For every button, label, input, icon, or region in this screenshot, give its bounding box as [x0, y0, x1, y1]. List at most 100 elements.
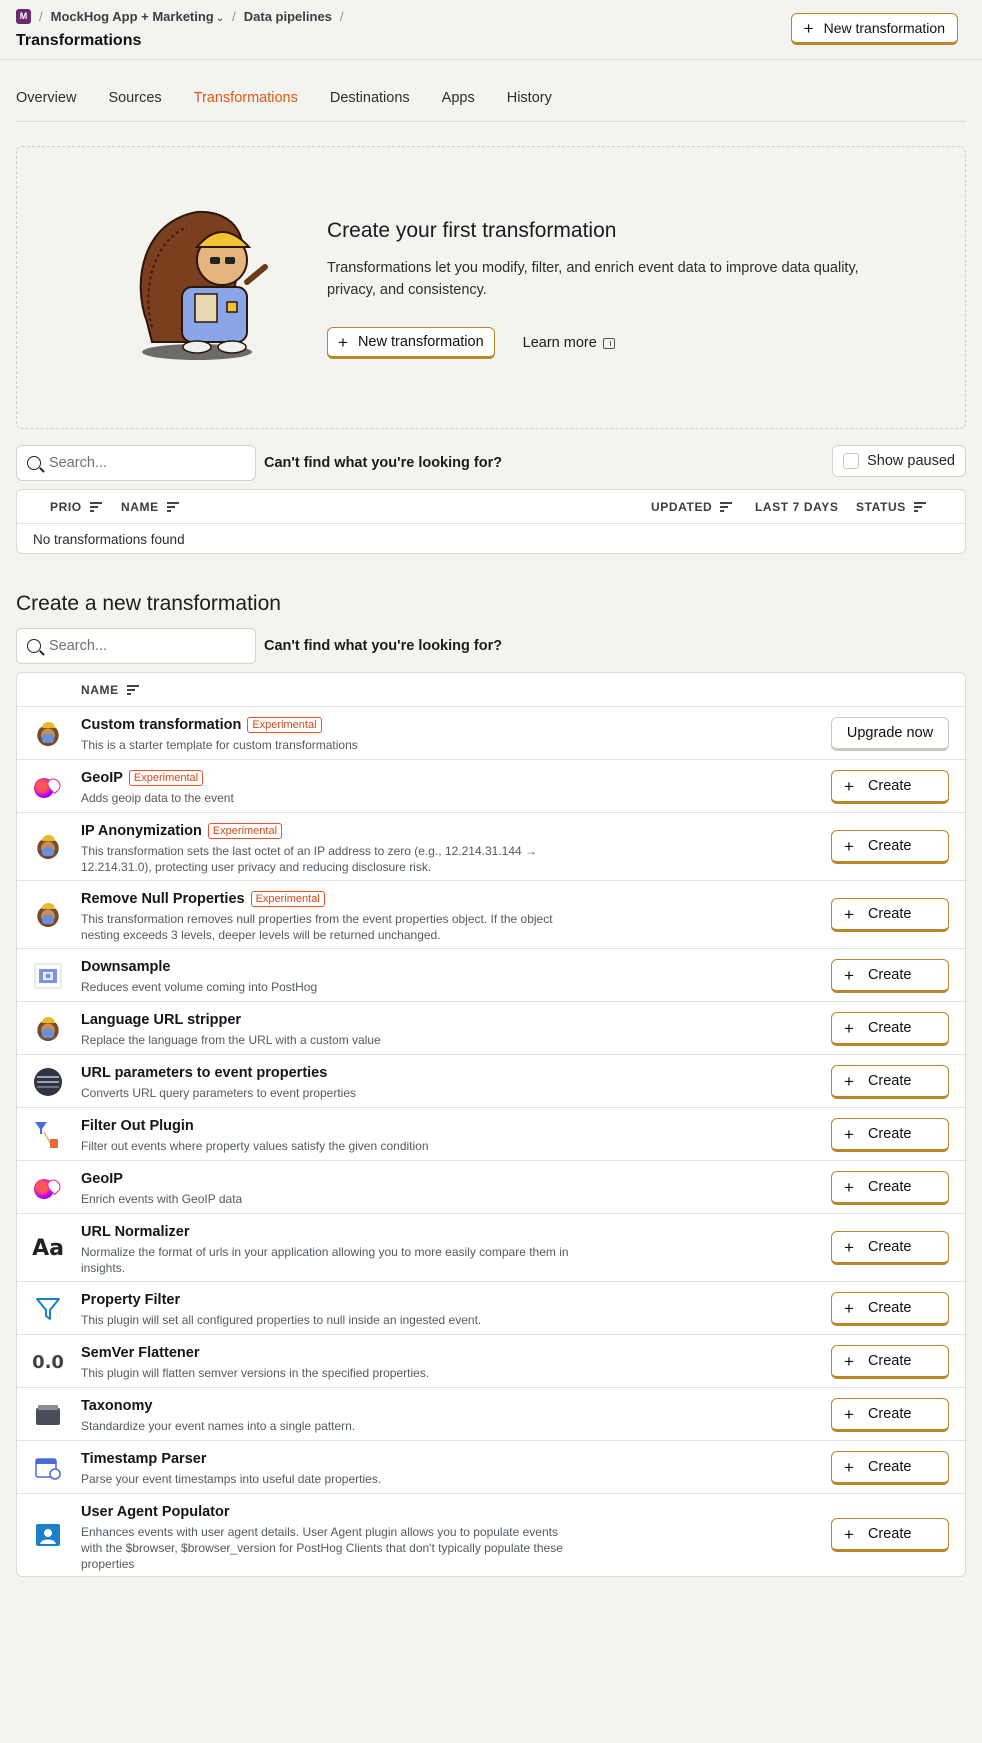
- column-updated[interactable]: UPDATED: [651, 500, 733, 514]
- plus-icon: +: [844, 1298, 854, 1318]
- learn-more-link[interactable]: Learn more: [523, 335, 615, 351]
- geoip-icon: [33, 772, 64, 802]
- create-button[interactable]: + Create: [831, 1451, 949, 1485]
- template-description: Adds geoip data to the event: [81, 791, 234, 805]
- experimental-badge: Experimental: [128, 770, 204, 786]
- new-transformation-header-button[interactable]: + New transformation: [790, 13, 958, 45]
- template-description: Filter out events where property values …: [81, 1139, 429, 1153]
- template-name[interactable]: Downsample: [81, 959, 170, 975]
- column-last-7-days-label: LAST 7 DAYS: [755, 500, 839, 514]
- template-description: Reduces event volume coming into PostHog: [81, 980, 318, 994]
- button-label: Create: [867, 778, 912, 794]
- template-name[interactable]: URL parameters to event properties: [81, 1065, 327, 1081]
- tab-destinations[interactable]: Destinations: [330, 90, 410, 121]
- table-header: PRIO NAME UPDATED LAST 7 DAYS STATUS: [17, 490, 965, 524]
- template-name-row: User Agent Populator: [81, 1504, 571, 1520]
- show-paused-checkbox[interactable]: [843, 453, 860, 469]
- sort-icon: [126, 685, 139, 695]
- user-agent-icon: [33, 1520, 63, 1550]
- existing-filters: Can't find what you're looking for? Show…: [16, 445, 966, 481]
- cant-find-link[interactable]: Can't find what you're looking for?: [264, 455, 502, 471]
- template-description: Converts URL query parameters to event p…: [81, 1086, 357, 1100]
- column-name[interactable]: NAME: [121, 500, 179, 514]
- tab-transformations[interactable]: Transformations: [194, 90, 298, 121]
- plus-icon: +: [844, 836, 854, 856]
- geoip-icon: [33, 1173, 64, 1203]
- template-name[interactable]: Language URL stripper: [81, 1012, 241, 1028]
- tab-sources[interactable]: Sources: [108, 90, 161, 121]
- column-prio[interactable]: PRIO: [50, 500, 102, 514]
- filter-out-icon: [33, 1120, 63, 1150]
- plus-icon: +: [844, 1124, 854, 1144]
- create-button[interactable]: + Create: [831, 1171, 949, 1205]
- template-name[interactable]: SemVer Flattener: [81, 1345, 199, 1361]
- hog-icon: [33, 832, 63, 862]
- template-name-row: Language URL stripper: [81, 1012, 571, 1028]
- template-row: GeoIP Enrich events with GeoIP data + Creat…: [17, 1161, 965, 1214]
- create-button[interactable]: + Create: [831, 1118, 949, 1152]
- plus-icon: +: [844, 1071, 854, 1091]
- template-name[interactable]: URL Normalizer: [81, 1224, 190, 1240]
- create-button[interactable]: + Create: [831, 898, 949, 932]
- button-label: Create: [867, 1073, 912, 1089]
- taxonomy-icon: [33, 1400, 63, 1430]
- column-status-label: STATUS: [856, 500, 906, 514]
- breadcrumb-data-pipelines[interactable]: Data pipelines: [244, 9, 332, 24]
- create-button[interactable]: + Create: [831, 1398, 949, 1432]
- column-name[interactable]: NAME: [81, 683, 139, 697]
- template-name[interactable]: IP Anonymization: [81, 823, 202, 839]
- template-info: Taxonomy Standardize your event names int…: [81, 1398, 571, 1434]
- template-name-row: URL parameters to event properties: [81, 1065, 571, 1081]
- template-row: Remove Null Properties Experimental This t…: [17, 881, 965, 949]
- template-description: This plugin will flatten semver versions…: [81, 1366, 430, 1380]
- button-label: Create: [867, 1300, 912, 1316]
- template-info: Remove Null Properties Experimental This t…: [81, 891, 571, 943]
- template-info: URL Normalizer Normalize the format of ur…: [81, 1224, 571, 1276]
- column-name-label: NAME: [121, 500, 159, 514]
- create-button[interactable]: + Create: [831, 1292, 949, 1326]
- tab-apps[interactable]: Apps: [442, 90, 475, 121]
- create-section-title: Create a new transformation: [16, 592, 281, 615]
- create-search-input[interactable]: [49, 638, 239, 654]
- template-name-row: Downsample: [81, 959, 571, 975]
- upgrade-now-button[interactable]: Upgrade now: [831, 717, 949, 751]
- template-name-row: Taxonomy: [81, 1398, 571, 1414]
- template-name-row: GeoIP: [81, 1171, 571, 1187]
- create-button[interactable]: + Create: [831, 1012, 949, 1046]
- template-name[interactable]: Timestamp Parser: [81, 1451, 206, 1467]
- tab-overview[interactable]: Overview: [16, 90, 76, 121]
- create-button[interactable]: + Create: [831, 1065, 949, 1099]
- create-button[interactable]: + Create: [831, 1345, 949, 1379]
- template-name[interactable]: Custom transformation: [81, 717, 241, 733]
- template-row: Downsample Reduces event volume coming in…: [17, 949, 965, 1002]
- cant-find-link[interactable]: Can't find what you're looking for?: [264, 638, 502, 654]
- tab-history[interactable]: History: [507, 90, 552, 121]
- create-button[interactable]: + Create: [831, 770, 949, 804]
- template-name[interactable]: User Agent Populator: [81, 1504, 230, 1520]
- template-name-row: Filter Out Plugin: [81, 1118, 571, 1134]
- search-box[interactable]: [16, 445, 256, 481]
- search-box[interactable]: [16, 628, 256, 664]
- breadcrumb-org[interactable]: MockHog App + Marketing ⌄: [51, 9, 225, 24]
- search-input[interactable]: [49, 455, 239, 471]
- template-name[interactable]: GeoIP: [81, 770, 123, 786]
- create-button[interactable]: + Create: [831, 830, 949, 864]
- downsample-icon: [33, 961, 63, 991]
- create-button[interactable]: + Create: [831, 1231, 949, 1265]
- template-name[interactable]: Filter Out Plugin: [81, 1118, 194, 1134]
- template-name[interactable]: GeoIP: [81, 1171, 123, 1187]
- create-button[interactable]: + Create: [831, 959, 949, 993]
- template-row: User Agent Populator Enhances events with…: [17, 1494, 965, 1576]
- template-row: 0.0 SemVer Flattener This plugin will flat…: [17, 1335, 965, 1388]
- button-label: Upgrade now: [846, 725, 934, 741]
- template-name-row: Custom transformation Experimental: [81, 717, 571, 733]
- column-status[interactable]: STATUS: [856, 500, 926, 514]
- template-name[interactable]: Property Filter: [81, 1292, 180, 1308]
- button-label: Create: [867, 1353, 912, 1369]
- new-transformation-button[interactable]: + New transformation: [327, 327, 495, 359]
- template-name[interactable]: Remove Null Properties: [81, 891, 245, 907]
- create-button[interactable]: + Create: [831, 1518, 949, 1552]
- semver-icon: 0.0: [32, 1351, 64, 1373]
- template-name[interactable]: Taxonomy: [81, 1398, 152, 1414]
- show-paused-toggle[interactable]: Show paused: [832, 445, 966, 477]
